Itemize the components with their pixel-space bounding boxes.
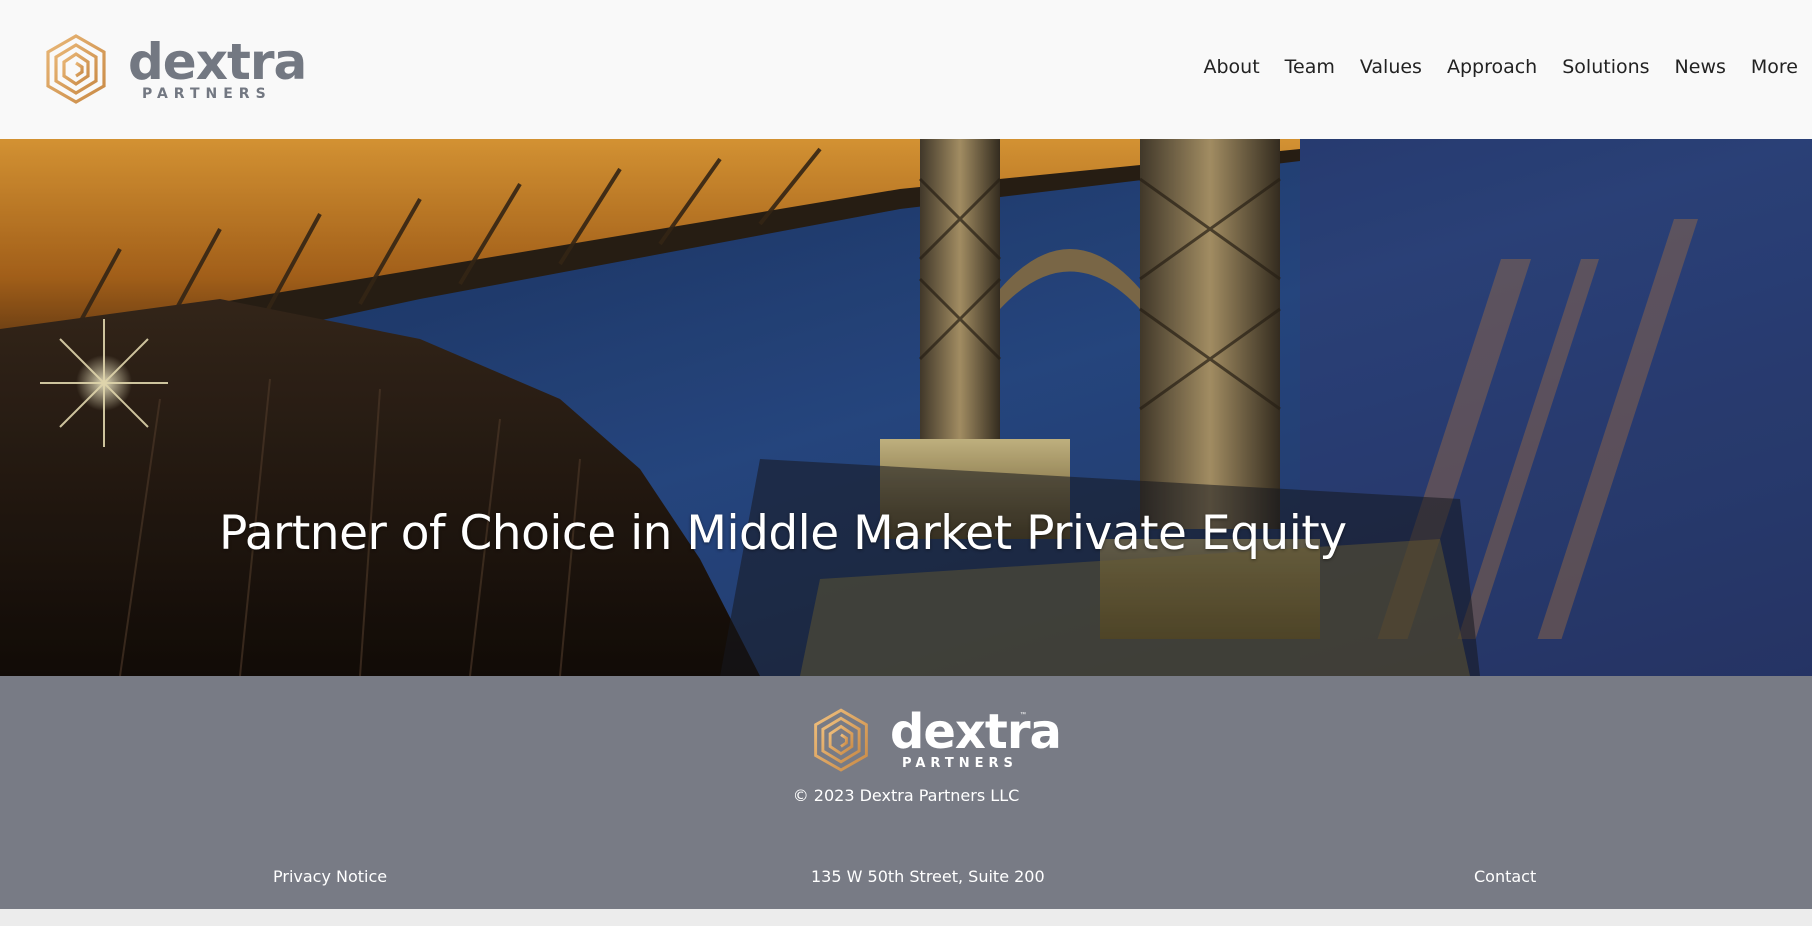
trademark-symbol: ™ bbox=[1020, 712, 1026, 718]
nav-about[interactable]: About bbox=[1203, 52, 1259, 82]
site-logo[interactable]: dextra PARTNERS bbox=[44, 33, 307, 106]
site-footer: dextra ™ PARTNERS © 2023 Dextra Partners… bbox=[0, 676, 1812, 909]
site-header: dextra PARTNERS About Team Values Approa… bbox=[0, 0, 1812, 139]
hero-title: Partner of Choice in Middle Market Priva… bbox=[219, 506, 1347, 561]
nav-solutions[interactable]: Solutions bbox=[1562, 52, 1649, 82]
address-link[interactable]: 135 W 50th Street, Suite 200 bbox=[811, 867, 1045, 886]
footer-logo-wordmark: dextra bbox=[890, 704, 1062, 760]
footer-logo[interactable]: dextra ™ PARTNERS bbox=[812, 704, 1062, 778]
hexagon-logo-icon bbox=[46, 34, 106, 104]
hero-bridge-image bbox=[0, 139, 1812, 676]
logo-subtitle: PARTNERS bbox=[142, 86, 272, 102]
hexagon-logo-icon bbox=[814, 708, 868, 772]
copyright-text: © 2023 Dextra Partners LLC bbox=[792, 786, 1020, 805]
privacy-notice-link[interactable]: Privacy Notice bbox=[273, 867, 387, 886]
nav-values[interactable]: Values bbox=[1360, 52, 1422, 82]
logo-wordmark: dextra bbox=[128, 33, 307, 91]
nav-more[interactable]: More bbox=[1751, 52, 1798, 82]
page: dextra PARTNERS About Team Values Approa… bbox=[0, 0, 1812, 926]
contact-link[interactable]: Contact bbox=[1474, 867, 1536, 886]
nav-approach[interactable]: Approach bbox=[1447, 52, 1537, 82]
page-bottom-strip bbox=[0, 909, 1812, 926]
nav-team[interactable]: Team bbox=[1285, 52, 1335, 82]
main-nav: About Team Values Approach Solutions New… bbox=[1178, 52, 1798, 82]
footer-logo-subtitle: PARTNERS bbox=[902, 756, 1018, 771]
nav-news[interactable]: News bbox=[1675, 52, 1726, 82]
hero-banner: Partner of Choice in Middle Market Priva… bbox=[0, 139, 1812, 676]
